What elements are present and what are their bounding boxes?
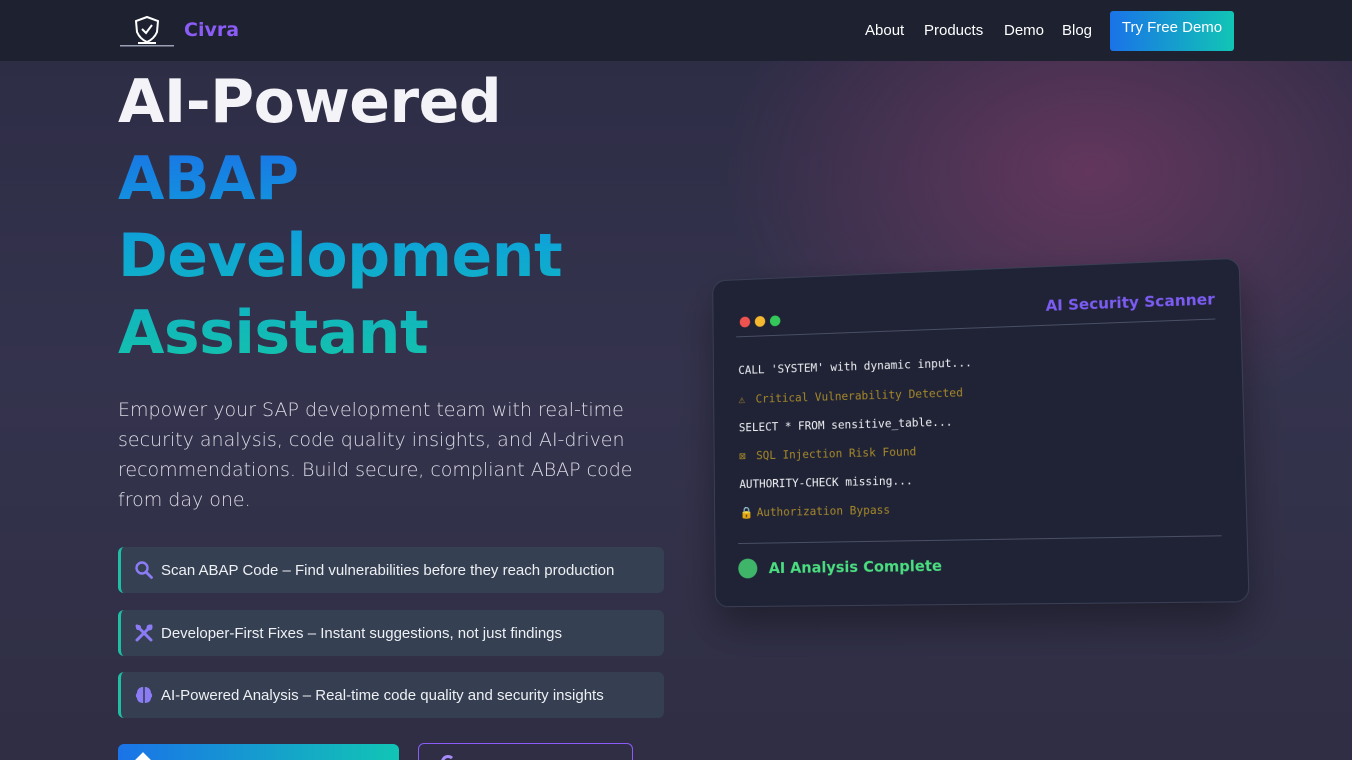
hero-subtitle: Empower your SAP development team with r… <box>118 399 633 511</box>
finding-line: 🔒 Authorization Bypass <box>740 503 891 520</box>
magnifier-icon <box>134 560 154 580</box>
error-box-icon: ⊠ <box>739 448 746 463</box>
hero-title-line2: ABAP <box>118 141 562 218</box>
finding-text: SQL Injection Risk Found <box>756 444 917 463</box>
analysis-status: AI Analysis Complete <box>768 556 943 578</box>
primary-cta-button[interactable] <box>118 744 399 760</box>
hero-title-line4: Assistant <box>118 295 562 372</box>
hero-title-line3: Development <box>118 218 563 295</box>
window-minimize-dot <box>754 315 766 327</box>
code-line: SELECT * FROM sensitive_table... <box>738 414 953 435</box>
nav-link-blog[interactable]: Blog <box>1062 22 1092 39</box>
nav-link-products[interactable]: Products <box>924 22 983 39</box>
feature-ai-analysis: AI-Powered Analysis – Real-time code qua… <box>118 672 664 718</box>
code-line: CALL 'SYSTEM' with dynamic input... <box>738 355 973 377</box>
top-nav: Civra About Products Demo Blog Try Free … <box>0 0 1352 61</box>
lock-icon: 🔒 <box>739 505 754 520</box>
finding-line: ⊠ SQL Injection Risk Found <box>739 444 916 462</box>
feature-text: Developer-First Fixes – Instant suggesti… <box>161 625 563 642</box>
nav-link-about[interactable]: About <box>865 22 904 39</box>
brand-name[interactable]: Civra <box>184 19 239 41</box>
status-dot-icon <box>738 558 758 579</box>
window-maximize-dot <box>769 315 781 327</box>
tools-icon <box>134 623 154 643</box>
play-icon <box>441 755 455 760</box>
feature-text: Scan ABAP Code – Find vulnerabilities be… <box>161 562 615 579</box>
hero-title-line1: AI-Powered <box>118 67 502 137</box>
window-close-dot <box>739 316 751 328</box>
finding-text: Authorization Bypass <box>756 502 891 520</box>
feature-text: AI-Powered Analysis – Real-time code qua… <box>161 687 604 704</box>
finding-line: ⚠ Critical Vulnerability Detected <box>739 385 964 406</box>
try-free-demo-button[interactable]: Try Free Demo <box>1110 11 1234 51</box>
code-line: AUTHORITY-CHECK missing... <box>739 473 913 492</box>
feature-scan: Scan ABAP Code – Find vulnerabilities be… <box>118 547 664 593</box>
finding-text: Critical Vulnerability Detected <box>755 385 964 406</box>
brain-icon <box>134 685 154 705</box>
civra-logo[interactable] <box>118 14 176 48</box>
hero-title: AI-Powered ABAP Development Assistant <box>118 64 563 372</box>
warning-icon: ⚠ <box>738 392 746 407</box>
scanner-title: AI Security Scanner <box>1045 290 1216 315</box>
rocket-icon <box>133 752 153 760</box>
divider <box>736 318 1216 338</box>
nav-link-demo[interactable]: Demo <box>1004 22 1044 39</box>
feature-fixes: Developer-First Fixes – Instant suggesti… <box>118 610 664 656</box>
divider <box>738 535 1222 545</box>
security-scanner-card: AI Security Scanner CALL 'SYSTEM' with d… <box>712 257 1250 608</box>
secondary-cta-button[interactable] <box>418 743 633 760</box>
